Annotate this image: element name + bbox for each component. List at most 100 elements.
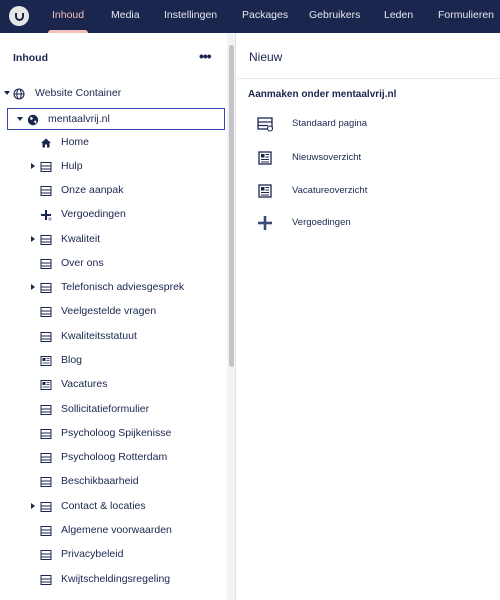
create-option-vergoedingen[interactable]: Vergoedingen: [257, 213, 487, 233]
tree-item-kwaliteit[interactable]: Kwaliteit: [0, 229, 227, 251]
tree-item-label: Website Container: [35, 87, 122, 99]
overview-icon: [40, 379, 52, 391]
tree-item-label: Psycholoog Spijkenisse: [61, 427, 172, 439]
create-panel-header: Nieuw: [237, 33, 500, 79]
tree-item-telefonisch-adviesgesprek[interactable]: Telefonisch adviesgesprek: [0, 277, 227, 299]
tree-item-label: Kwaliteit: [61, 233, 101, 245]
page-icon: [40, 428, 52, 440]
tree-item-vergoedingen[interactable]: Vergoedingen: [0, 204, 227, 226]
page-icon: [40, 282, 52, 294]
tab-media[interactable]: Media: [111, 0, 140, 33]
page-icon: [40, 574, 52, 586]
create-panel: Nieuw Aanmaken onder mentaalvrij.nl Stan…: [237, 33, 500, 600]
tree-item-label: Over ons: [61, 257, 104, 269]
page-icon: [40, 185, 52, 197]
caret-down-icon[interactable]: [17, 117, 23, 121]
tree-item-label: Sollicitatieformulier: [61, 403, 150, 415]
scrollbar-thumb[interactable]: [229, 45, 234, 367]
create-option-label: Nieuwsoverzicht: [292, 152, 362, 163]
home-icon: [40, 137, 52, 149]
caret-right-icon[interactable]: [31, 284, 35, 290]
page-icon: [40, 501, 52, 513]
create-option-standaard-pagina[interactable]: Standaard pagina: [257, 114, 487, 134]
create-option-label: Vergoedingen: [292, 217, 351, 228]
create-option-vacatureoverzicht[interactable]: Vacatureoverzicht: [257, 181, 487, 201]
tree-item-privacybeleid[interactable]: Privacybeleid: [0, 544, 227, 566]
caret-right-icon[interactable]: [31, 163, 35, 169]
tree-item-label: Telefonisch adviesgesprek: [61, 281, 185, 293]
tree-item-label: Contact & locaties: [61, 500, 146, 512]
tab-gebruikers[interactable]: Gebruikers: [309, 0, 360, 33]
tab-leden[interactable]: Leden: [384, 0, 413, 33]
tree-item-over-ons[interactable]: Over ons: [0, 253, 227, 275]
overview-icon: [40, 355, 52, 367]
tree-actions-menu-icon[interactable]: •••: [199, 48, 212, 64]
tree-item-psycholoog-rotterdam[interactable]: Psycholoog Rotterdam: [0, 447, 227, 469]
create-option-label: Vacatureoverzicht: [292, 185, 368, 196]
page-icon: [40, 306, 52, 318]
tree-item-contact-locaties[interactable]: Contact & locaties: [0, 496, 227, 518]
plus-icon: [257, 215, 273, 231]
tree-item-label: Algemene voorwaarden: [61, 524, 172, 536]
tree-item-veelgestelde-vragen[interactable]: Veelgestelde vragen: [0, 301, 227, 323]
tree-item-label: Veelgestelde vragen: [61, 305, 157, 317]
page-icon: [40, 476, 52, 488]
tree-item-label: Home: [61, 136, 90, 148]
tree-item-beschikbaarheid[interactable]: Beschikbaarheid: [0, 471, 227, 493]
tree-item-label: Vergoedingen: [61, 208, 126, 220]
news-icon: [257, 183, 273, 199]
page-icon: [40, 404, 52, 416]
plus-icon: [40, 209, 52, 221]
caret-down-icon[interactable]: [4, 91, 10, 95]
tree-item-label: mentaalvrij.nl: [48, 113, 110, 125]
page-icon: [257, 116, 273, 132]
panel-title: Nieuw: [249, 50, 283, 64]
tree-header: Inhoud •••: [0, 33, 227, 79]
tree-item-label: Kwijtscheldingsregeling: [61, 573, 171, 585]
tree-item-psycholoog-spijkenisse[interactable]: Psycholoog Spijkenisse: [0, 423, 227, 445]
tab-packages[interactable]: Packages: [242, 0, 288, 33]
tree-item-kwaliteitsstatuut[interactable]: Kwaliteitsstatuut: [0, 326, 227, 348]
top-navigation: Inhoud Media Instellingen Packages Gebru…: [0, 0, 500, 33]
tree-item-mentaalvrij-nl[interactable]: mentaalvrij.nl: [7, 108, 225, 130]
tab-inhoud[interactable]: Inhoud: [47, 0, 89, 33]
tree-item-label: Psycholoog Rotterdam: [61, 451, 168, 463]
caret-right-icon[interactable]: [31, 503, 35, 509]
tree-title: Inhoud: [13, 52, 48, 64]
news-icon: [257, 150, 273, 166]
tree-item-label: Hulp: [61, 160, 83, 172]
create-under-heading: Aanmaken onder mentaalvrij.nl: [248, 89, 397, 100]
page-icon: [40, 234, 52, 246]
tree-item-sollicitatieformulier[interactable]: Sollicitatieformulier: [0, 399, 227, 421]
page-icon: [40, 161, 52, 173]
tree-item-onze-aanpak[interactable]: Onze aanpak: [0, 180, 227, 202]
globe-icon: [27, 114, 39, 126]
content-tree-panel: Inhoud ••• Website Container mentaalvrij.…: [0, 33, 227, 600]
tree-item-home[interactable]: Home: [0, 132, 227, 154]
page-icon: [40, 452, 52, 464]
page-icon: [40, 331, 52, 343]
tree-item-kwijtscheldingsregeling[interactable]: Kwijtscheldingsregeling: [0, 569, 227, 591]
tree-item-algemene-voorwaarden[interactable]: Algemene voorwaarden: [0, 520, 227, 542]
tab-instellingen[interactable]: Instellingen: [164, 0, 217, 33]
tree-item-label: Beschikbaarheid: [61, 475, 139, 487]
tree-item-label: Kwaliteitsstatuut: [61, 330, 137, 342]
tree-item-label: Onze aanpak: [61, 184, 124, 196]
tree-item-hulp[interactable]: Hulp: [0, 156, 227, 178]
tab-formulieren[interactable]: Formulieren: [438, 0, 494, 33]
globe-icon: [13, 88, 25, 100]
create-option-label: Standaard pagina: [292, 118, 368, 129]
tree-item-label: Blog: [61, 354, 83, 366]
page-icon: [40, 549, 52, 561]
caret-right-icon[interactable]: [31, 236, 35, 242]
tree-item-website-container[interactable]: Website Container: [0, 83, 227, 105]
tree-item-blog[interactable]: Blog: [0, 350, 227, 372]
page-icon: [40, 525, 52, 537]
tree-item-label: Privacybeleid: [61, 548, 124, 560]
tree-item-vacatures[interactable]: Vacatures: [0, 374, 227, 396]
tree-scrollbar[interactable]: [227, 33, 236, 600]
page-icon: [40, 258, 52, 270]
umbraco-logo-icon[interactable]: [9, 6, 29, 26]
create-option-nieuwsoverzicht[interactable]: Nieuwsoverzicht: [257, 148, 487, 168]
tree-item-label: Vacatures: [61, 378, 108, 390]
